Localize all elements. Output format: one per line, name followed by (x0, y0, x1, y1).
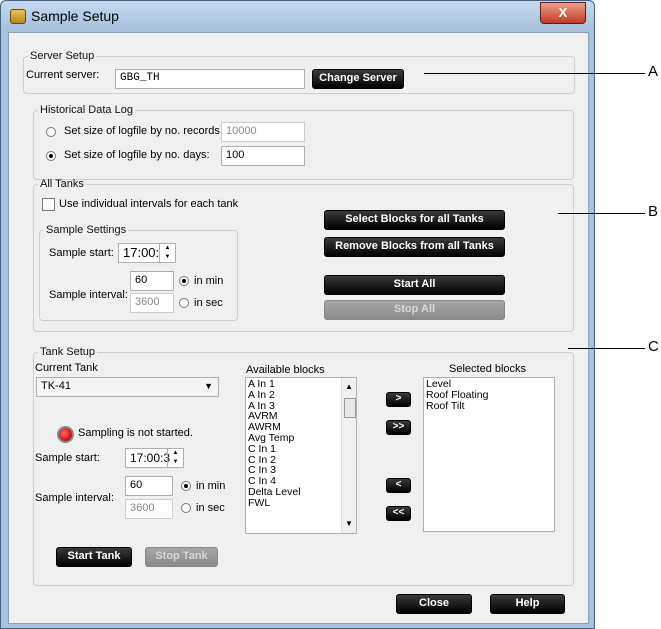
all-interval-min-label: in min (194, 275, 224, 287)
current-server-label: Current server: (26, 69, 100, 81)
logfile-records-radio[interactable] (46, 127, 56, 137)
selected-blocks-label: Selected blocks (449, 363, 527, 375)
available-block-item[interactable]: A In 2 (246, 389, 356, 401)
scroll-up-icon[interactable]: ▲ (345, 382, 353, 391)
tank-interval-min-field[interactable]: 60 (125, 476, 173, 496)
available-block-item[interactable]: FWL (246, 497, 356, 509)
tank-interval-min-radio[interactable] (181, 481, 191, 491)
tank-sample-start-label: Sample start: (35, 452, 100, 464)
tank-interval-sec-field[interactable]: 3600 (125, 499, 173, 519)
logfile-records-label: Set size of logfile by no. records (64, 125, 220, 137)
individual-intervals-checkbox[interactable] (42, 198, 55, 211)
all-interval-sec-label: in sec (194, 297, 223, 309)
close-icon[interactable]: X (540, 2, 586, 24)
callout-line-b (558, 213, 645, 214)
callout-label-c: C (648, 338, 659, 355)
available-blocks-label: Available blocks (246, 364, 325, 376)
selected-block-item[interactable]: Roof Floating (424, 389, 554, 401)
available-blocks-list[interactable]: A In 1A In 2A In 3 AVRM AWRM Avg Temp C In 1… (245, 377, 357, 534)
current-tank-dropdown[interactable]: TK-41 ▼ (36, 377, 219, 397)
change-server-button[interactable]: Change Server (312, 69, 404, 89)
callout-line-a (424, 73, 645, 74)
tank-interval-sec-radio[interactable] (181, 503, 191, 513)
spin-up-icon[interactable]: ▲ (160, 244, 175, 253)
stop-tank-button[interactable]: Stop Tank (145, 547, 218, 567)
scroll-thumb[interactable] (344, 398, 356, 418)
spin-down-icon[interactable]: ▼ (168, 458, 183, 467)
all-interval-sec-radio[interactable] (179, 298, 189, 308)
move-all-right-button[interactable]: >> (386, 420, 411, 435)
start-tank-button[interactable]: Start Tank (56, 547, 132, 567)
tank-sample-interval-label: Sample interval: (35, 492, 114, 504)
scroll-down-icon[interactable]: ▼ (345, 519, 353, 528)
logfile-days-radio[interactable] (46, 151, 56, 161)
all-sample-start-field[interactable]: 17:00: ▲ ▼ (118, 243, 176, 263)
tank-sample-start-value: 17:00:3 (130, 451, 171, 465)
all-interval-sec-field[interactable]: 3600 (130, 293, 174, 313)
title-bar[interactable]: Sample Setup X (1, 1, 594, 31)
current-tank-value: TK-41 (41, 380, 71, 392)
remove-blocks-all-button[interactable]: Remove Blocks from all Tanks (324, 237, 505, 257)
spin-up-icon[interactable]: ▲ (168, 449, 183, 458)
tank-start-spinner[interactable]: ▲ ▼ (167, 449, 183, 467)
all-start-spinner[interactable]: ▲ ▼ (159, 244, 175, 262)
dropdown-arrow-icon[interactable]: ▼ (204, 381, 213, 391)
all-sample-start-value: 17:00: (123, 245, 160, 260)
logfile-records-field[interactable]: 10000 (221, 122, 305, 142)
dialog-client: Server Setup Current server: GBG_TH Chan… (8, 32, 589, 624)
move-one-left-button[interactable]: < (386, 478, 411, 493)
callout-label-b: B (648, 203, 659, 220)
help-button[interactable]: Help (490, 594, 565, 614)
tank-interval-sec-label: in sec (196, 502, 225, 514)
move-all-left-button[interactable]: << (386, 506, 411, 521)
tank-interval-min-label: in min (196, 480, 226, 492)
individual-intervals-label: Use individual intervals for each tank (59, 198, 239, 210)
selected-block-item[interactable]: Roof Tilt (424, 400, 554, 412)
dialog-window: Sample Setup X Server Setup Current serv… (0, 0, 595, 629)
app-icon (10, 9, 26, 24)
callout-label-a: A (648, 63, 659, 80)
all-interval-min-radio[interactable] (179, 276, 189, 286)
close-button[interactable]: Close (396, 594, 472, 614)
all-sample-start-label: Sample start: (49, 247, 114, 259)
logfile-days-field[interactable]: 100 (221, 146, 305, 166)
spin-down-icon[interactable]: ▼ (160, 253, 175, 262)
historical-data-log-group: Historical Data Log (33, 104, 574, 180)
available-scrollbar[interactable]: ▲ ▼ (341, 378, 356, 533)
move-one-right-button[interactable]: > (386, 392, 411, 407)
window-title: Sample Setup (31, 8, 119, 24)
available-block-item[interactable]: C In 1 (246, 443, 356, 455)
all-sample-interval-label: Sample interval: (49, 289, 128, 301)
status-led-icon (57, 426, 74, 443)
callout-line-c (568, 348, 645, 349)
tank-sample-start-field[interactable]: 17:00:3 ▲ ▼ (125, 448, 184, 468)
start-all-button[interactable]: Start All (324, 275, 505, 295)
all-interval-min-field[interactable]: 60 (130, 271, 174, 291)
current-tank-label: Current Tank (35, 362, 98, 374)
sampling-status-text: Sampling is not started. (78, 427, 193, 439)
selected-blocks-list[interactable]: Level Roof Floating Roof Tilt (423, 377, 555, 532)
stop-all-button[interactable]: Stop All (324, 300, 505, 320)
current-server-field[interactable]: GBG_TH (115, 69, 305, 89)
logfile-days-label: Set size of logfile by no. days: (64, 149, 210, 161)
select-blocks-all-button[interactable]: Select Blocks for all Tanks (324, 210, 505, 230)
